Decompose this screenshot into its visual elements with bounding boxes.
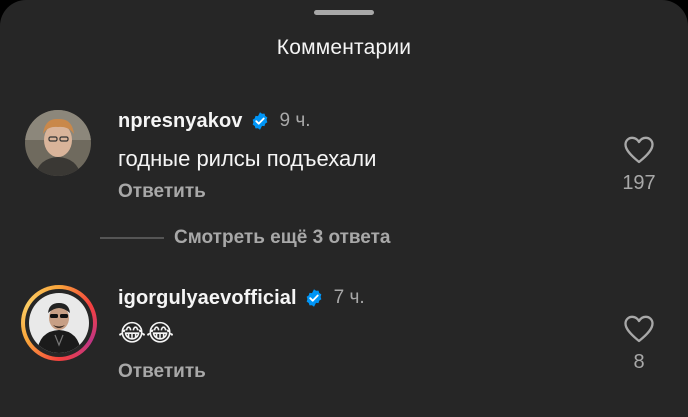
comment-header: igorgulyaevofficial 7 ч.: [118, 285, 365, 311]
comment-timestamp: 7 ч.: [333, 287, 365, 308]
comment-text: годные рилсы подъехали: [118, 146, 377, 171]
verified-badge-icon: [250, 111, 270, 131]
comment-header: npresnyakov 9 ч.: [118, 108, 311, 134]
heart-icon[interactable]: [619, 136, 659, 164]
comment-username[interactable]: npresnyakov: [118, 110, 243, 133]
view-more-replies[interactable]: Смотреть ещё 3 ответа: [100, 227, 391, 249]
like-count: 8: [633, 351, 645, 373]
sheet-title: Комментарии: [276, 36, 412, 59]
like-count: 197: [622, 172, 656, 194]
sheet-drag-handle[interactable]: [314, 10, 374, 15]
like-control: 8: [619, 315, 659, 374]
avatar[interactable]: [25, 110, 91, 176]
divider-line: [100, 237, 164, 239]
like-control: 197: [619, 136, 659, 195]
comment-text: 😂😂: [118, 320, 175, 347]
avatar-image: [29, 293, 89, 353]
verified-badge-icon: [304, 288, 324, 308]
view-more-replies-label: Смотреть ещё 3 ответа: [174, 227, 391, 248]
comment-username[interactable]: igorgulyaevofficial: [118, 287, 297, 310]
avatar[interactable]: [21, 285, 97, 361]
comment-timestamp: 9 ч.: [279, 110, 311, 131]
heart-icon[interactable]: [619, 315, 659, 343]
reply-button[interactable]: Ответить: [118, 361, 206, 383]
comments-sheet: Комментарии npresnyakov 9 ч. годные рилс…: [0, 0, 688, 417]
reply-button[interactable]: Ответить: [118, 181, 206, 203]
